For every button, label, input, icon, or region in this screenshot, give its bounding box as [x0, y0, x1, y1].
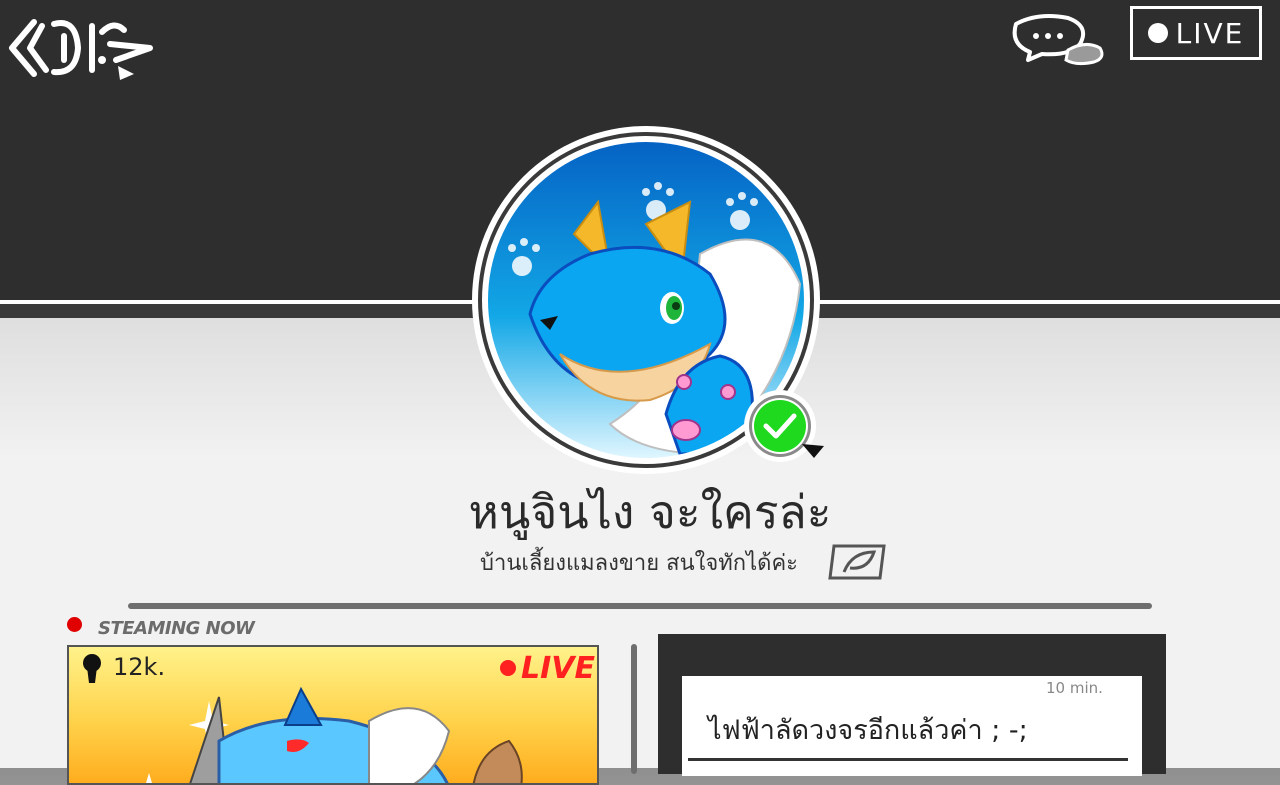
live-dot-icon: [1147, 23, 1168, 43]
recording-dot-icon: [67, 617, 82, 632]
post-timestamp: 10 min.: [1046, 679, 1103, 697]
streaming-section-label: STEAMING NOW: [98, 618, 255, 639]
post-text: ไฟฟ้าลัดวงจรอีกแล้วค่า ; -;: [708, 715, 1028, 746]
verified-check-icon[interactable]: [742, 388, 826, 472]
column-divider: [631, 644, 637, 774]
profile-name: หนูจินไง จะใครล่ะ: [468, 485, 832, 539]
stream-preview-card[interactable]: 12k. LIVE: [67, 645, 599, 785]
live-button[interactable]: LIVE: [1130, 6, 1262, 60]
live-button-label: LIVE: [1175, 16, 1245, 50]
profile-bio: บ้านเลี้ยงแมลงขาย สนใจทักได้ค่ะ: [480, 551, 798, 576]
viewer-count: 12k.: [113, 653, 166, 681]
app-logo[interactable]: [6, 8, 156, 84]
stream-live-dot-icon: [500, 660, 516, 676]
chat-bubble-icon[interactable]: [1006, 10, 1106, 68]
post-underline: [688, 758, 1128, 761]
section-divider: [128, 603, 1152, 609]
edit-leaf-icon[interactable]: [828, 544, 886, 580]
viewer-keyhole-icon: [83, 654, 101, 683]
stream-thumbnail: [146, 686, 523, 783]
